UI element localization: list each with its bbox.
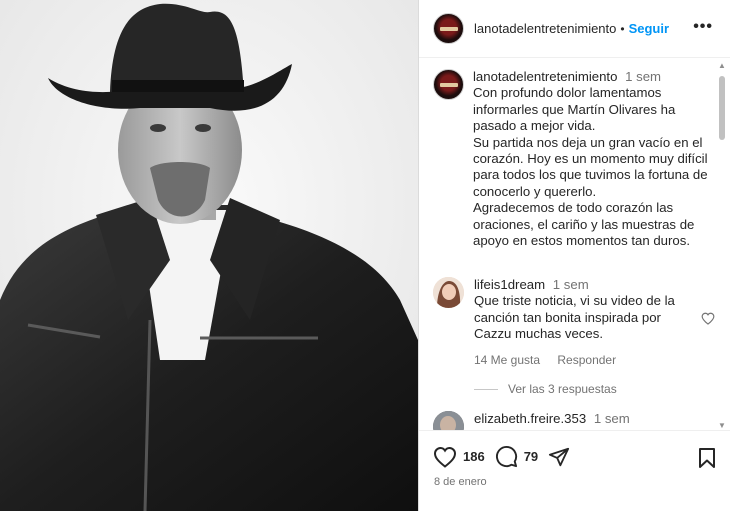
- comment-time: 1 sem: [552, 277, 589, 292]
- heart-icon[interactable]: [701, 312, 715, 330]
- comment-item: elizabeth.freire.353 1 sem: [433, 411, 723, 430]
- replies-divider-line: [474, 388, 498, 390]
- commenter-avatar[interactable]: [433, 277, 464, 308]
- bookmark-icon[interactable]: [698, 447, 716, 474]
- comment-time: 1 sem: [593, 411, 630, 426]
- comment-item: lifeis1dream 1 sem Que triste noticia, v…: [433, 277, 723, 377]
- comment-body: lifeis1dream 1 sem Que triste noticia, v…: [474, 277, 684, 368]
- caption-username[interactable]: lanotadelentretenimiento: [473, 69, 617, 84]
- post-date: 8 de enero: [434, 476, 487, 488]
- scrollbar[interactable]: ▲ ▼: [718, 62, 726, 430]
- comment-username[interactable]: lifeis1dream: [474, 277, 545, 292]
- view-replies-button[interactable]: Ver las 3 respuestas: [474, 382, 617, 396]
- share-icon[interactable]: [548, 446, 570, 468]
- scroll-up-arrow-icon[interactable]: ▲: [718, 62, 726, 70]
- action-bar: 186 79: [433, 445, 580, 468]
- comment-icon[interactable]: [495, 445, 518, 468]
- commenter-avatar-image: [433, 411, 464, 430]
- share-button[interactable]: [548, 446, 570, 468]
- follow-button[interactable]: Seguir: [629, 21, 669, 36]
- scrollbar-thumb[interactable]: [719, 76, 725, 140]
- commenter-avatar-image: [433, 277, 464, 308]
- caption-paragraph: Agradecemos de todo corazón las oracione…: [473, 200, 695, 249]
- comment-likes[interactable]: 14 Me gusta: [474, 353, 540, 367]
- reply-button[interactable]: Responder: [557, 353, 616, 367]
- caption-paragraph: Con profundo dolor lamentamos informarle…: [473, 85, 676, 134]
- more-icon[interactable]: •••: [693, 18, 713, 36]
- scroll-down-arrow-icon[interactable]: ▼: [718, 422, 726, 430]
- account-username[interactable]: lanotadelentretenimiento: [474, 21, 616, 36]
- account-avatar[interactable]: [433, 13, 464, 44]
- separator-dot: •: [620, 21, 625, 36]
- post-header: lanotadelentretenimiento • Seguir •••: [419, 0, 730, 58]
- comment-meta: 14 Me gusta Responder: [474, 352, 684, 368]
- comment-body: elizabeth.freire.353 1 sem: [474, 411, 684, 427]
- caption-time: 1 sem: [625, 69, 662, 84]
- commenter-avatar[interactable]: [433, 411, 464, 430]
- like-button[interactable]: 186: [433, 446, 485, 468]
- post-caption: lanotadelentretenimiento 1 sem Con profu…: [433, 69, 713, 249]
- post-side-panel: lanotadelentretenimiento • Seguir ••• la…: [418, 0, 730, 511]
- caption-paragraph: Su partida nos deja un gran vacío en el …: [473, 134, 708, 199]
- comments-count[interactable]: 79: [524, 449, 538, 464]
- comment-button[interactable]: 79: [495, 445, 538, 468]
- caption-avatar[interactable]: [433, 69, 464, 100]
- likes-count[interactable]: 186: [463, 449, 485, 464]
- comments-scroll-area[interactable]: lanotadelentretenimiento 1 sem Con profu…: [419, 59, 730, 430]
- comment-text: Que triste noticia, vi su video de la ca…: [474, 293, 675, 342]
- man-in-cowboy-hat-photo: [0, 0, 418, 511]
- heart-icon[interactable]: [433, 446, 457, 468]
- post-image: [0, 0, 418, 511]
- post-actions-footer: 186 79 8 de enero: [419, 430, 730, 511]
- comment-username[interactable]: elizabeth.freire.353: [474, 411, 586, 426]
- view-replies-label: Ver las 3 respuestas: [508, 382, 617, 396]
- caption-body: lanotadelentretenimiento 1 sem Con profu…: [473, 69, 713, 249]
